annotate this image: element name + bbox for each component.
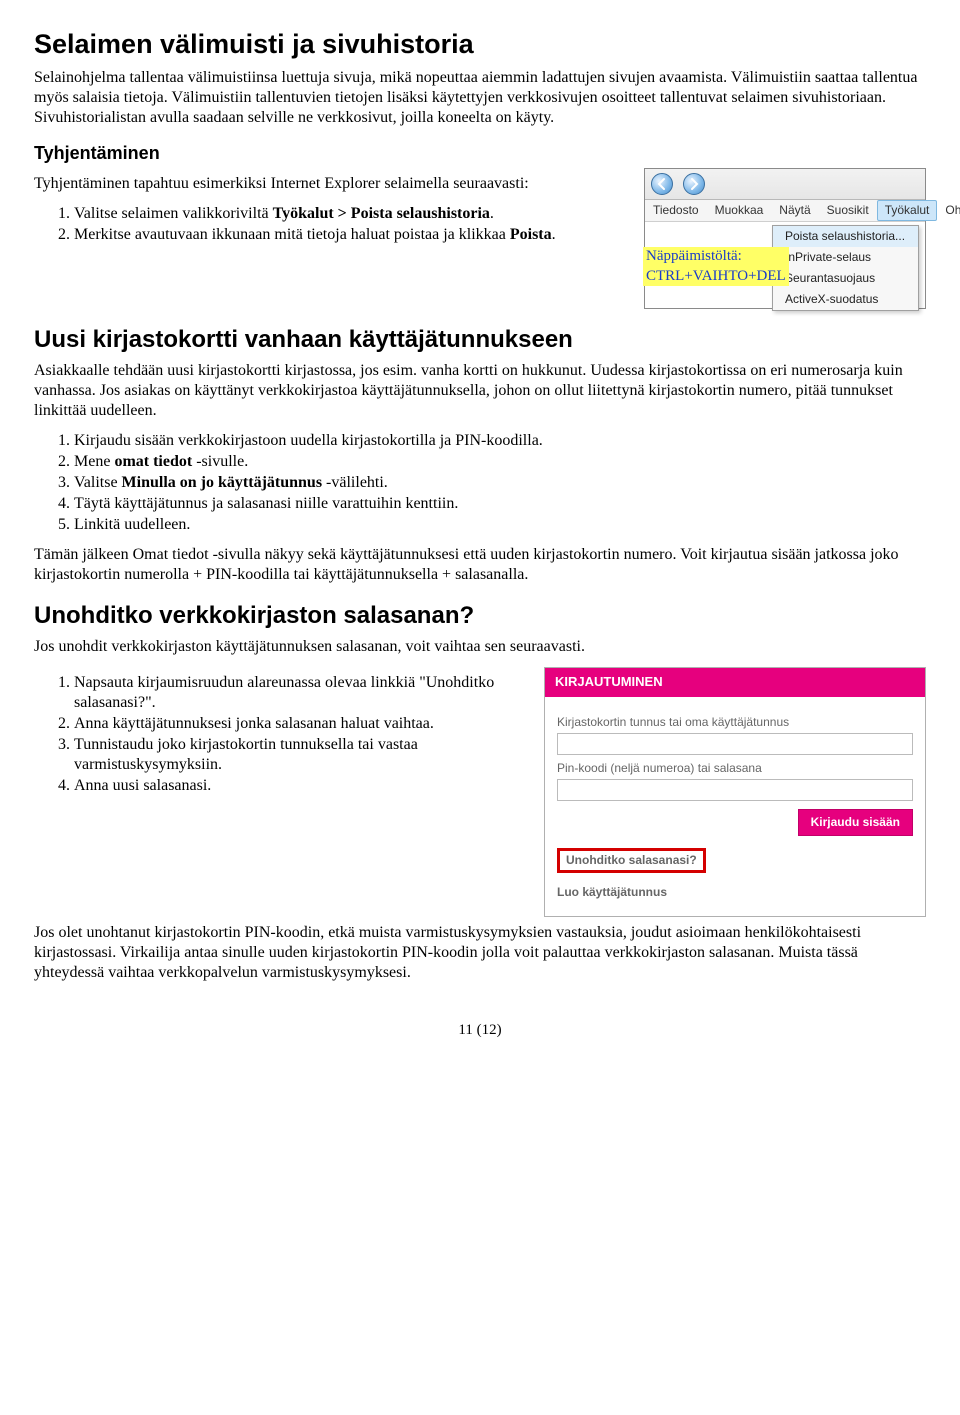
heading-forgot-password: Unohditko verkkokirjaston salasanan? [34, 601, 926, 631]
login-screenshot: KIRJAUTUMINEN Kirjastokortin tunnus tai … [544, 667, 926, 916]
paragraph-forgot-pin: Jos olet unohtanut kirjastokortin PIN-ko… [34, 923, 926, 983]
login-header: KIRJAUTUMINEN [545, 668, 925, 698]
list-item: Merkitse avautuvaan ikkunaan mitä tietoj… [74, 225, 624, 245]
dropdown-item-inprivate[interactable]: InPrivate-selaus [773, 247, 918, 268]
list-item: Linkitä uudelleen. [74, 515, 926, 535]
menu-path: Työkalut > Poista selaushistoria [273, 205, 490, 222]
dropdown-item-tracking[interactable]: Seurantasuojaus [773, 268, 918, 289]
step-text: Merkitse avautuvaan ikkunaan mitä tietoj… [74, 226, 510, 243]
ie-nav-toolbar [645, 169, 925, 200]
heading-cache-history: Selaimen välimuisti ja sivuhistoria [34, 28, 926, 62]
ie-tools-dropdown: Poista selaushistoria... InPrivate-selau… [772, 225, 919, 311]
list-item: Kirjaudu sisään verkkokirjastoon uudella… [74, 431, 926, 451]
page-number: 11 (12) [34, 1021, 926, 1040]
list-item: Anna uusi salasanasi. [74, 776, 524, 796]
step-text: Valitse [74, 474, 122, 491]
list-new-card-steps: Kirjaudu sisään verkkokirjastoon uudella… [34, 431, 926, 535]
paragraph-clearing-intro: Tyhjentäminen tapahtuu esimerkiksi Inter… [34, 174, 624, 194]
step-text: Valitse selaimen valikkoriviltä [74, 205, 273, 222]
step-text: -välilehti. [322, 474, 388, 491]
list-item: Tunnistaudu joko kirjastokortin tunnukse… [74, 735, 524, 775]
keyboard-shortcut-overlay: Näppäimistöltä: CTRL+VAIHTO+DEL [643, 247, 789, 286]
overlay-label: Näppäimistöltä: [646, 248, 742, 264]
tab-name: Minulla on jo käyttäjätunnus [122, 474, 323, 491]
list-item: Anna käyttäjätunnuksesi jonka salasanan … [74, 714, 524, 734]
menu-item-help[interactable]: Ohje [937, 200, 960, 221]
page-name: omat tiedot [114, 453, 192, 470]
login-input-pin[interactable] [557, 779, 913, 801]
login-label-pin: Pin-koodi (neljä numeroa) tai salasana [557, 761, 913, 776]
login-input-username[interactable] [557, 733, 913, 755]
button-name: Poista [510, 226, 552, 243]
list-item: Valitse selaimen valikkoriviltä Työkalut… [74, 204, 624, 224]
paragraph-new-card-intro: Asiakkaalle tehdään uusi kirjastokortti … [34, 361, 926, 421]
list-item: Mene omat tiedot -sivulle. [74, 452, 926, 472]
ie-screenshot: Tiedosto Muokkaa Näytä Suosikit Työkalut… [644, 168, 926, 309]
paragraph-cache-intro: Selainohjelma tallentaa välimuistiinsa l… [34, 68, 926, 128]
heading-clearing: Tyhjentäminen [34, 142, 926, 165]
menu-item-file[interactable]: Tiedosto [645, 200, 707, 221]
forgot-password-link[interactable]: Unohditko salasanasi? [566, 853, 697, 867]
paragraph-forgot-intro: Jos unohdit verkkokirjaston käyttäjätunn… [34, 637, 926, 657]
step-text: -sivulle. [192, 453, 248, 470]
list-forgot-steps: Napsauta kirjaumisruudun alareunassa ole… [34, 673, 524, 796]
overlay-shortcut: CTRL+VAIHTO+DEL [646, 268, 786, 284]
list-item: Täytä käyttäjätunnus ja salasanasi niill… [74, 494, 926, 514]
step-text: . [552, 226, 556, 243]
list-item: Valitse Minulla on jo käyttäjätunnus -vä… [74, 473, 926, 493]
menu-item-favorites[interactable]: Suosikit [819, 200, 877, 221]
ie-menubar: Tiedosto Muokkaa Näytä Suosikit Työkalut… [645, 200, 925, 222]
list-item: Napsauta kirjaumisruudun alareunassa ole… [74, 673, 524, 713]
login-label-username: Kirjastokortin tunnus tai oma käyttäjätu… [557, 715, 913, 730]
forgot-password-highlight: Unohditko salasanasi? [557, 848, 706, 873]
back-icon[interactable] [651, 173, 673, 195]
dropdown-item-activex[interactable]: ActiveX-suodatus [773, 289, 918, 310]
step-text: . [490, 205, 494, 222]
list-clearing-steps: Valitse selaimen valikkoriviltä Työkalut… [34, 204, 624, 245]
create-account-link[interactable]: Luo käyttäjätunnus [557, 885, 913, 900]
login-button[interactable]: Kirjaudu sisään [798, 809, 913, 836]
dropdown-item-delete-history[interactable]: Poista selaushistoria... [773, 226, 918, 247]
menu-item-view[interactable]: Näytä [771, 200, 818, 221]
menu-item-edit[interactable]: Muokkaa [707, 200, 772, 221]
forward-icon[interactable] [683, 173, 705, 195]
heading-new-card: Uusi kirjastokortti vanhaan käyttäjätunn… [34, 325, 926, 355]
step-text: Mene [74, 453, 114, 470]
paragraph-new-card-after: Tämän jälkeen Omat tiedot -sivulla näkyy… [34, 545, 926, 585]
menu-item-tools[interactable]: Työkalut [877, 200, 938, 221]
